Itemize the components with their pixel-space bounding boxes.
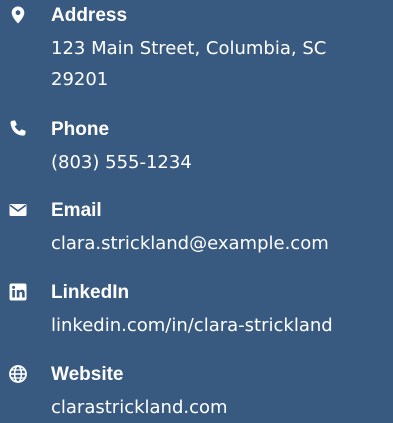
envelope-icon [8,200,28,220]
website-value[interactable]: clarastrickland.com [51,397,228,418]
email-value[interactable]: clara.strickland@example.com [51,233,329,254]
contact-item-website: Website clarastrickland.com [0,359,393,418]
phone-label: Phone [51,119,110,140]
address-label: Address [51,5,128,26]
contact-item-address: Address 123 Main Street, Columbia, SC 29… [0,0,393,100]
globe-icon [8,364,28,384]
linkedin-value[interactable]: linkedin.com/in/clara-strickland [51,315,333,336]
phone-icon [8,119,28,139]
website-label: Website [51,364,124,385]
linkedin-link[interactable]: linkedin.com/in/clara-strickland [51,310,389,341]
phone-link[interactable]: (803) 555-1234 [51,147,389,178]
phone-value[interactable]: (803) 555-1234 [51,152,192,173]
contact-item-linkedin: LinkedIn linkedin.com/in/clara-stricklan… [0,277,393,347]
linkedin-label: LinkedIn [51,282,130,303]
map-marker-icon [8,5,28,25]
contact-item-phone: Phone (803) 555-1234 [0,114,393,184]
address-value: 123 Main Street, Columbia, SC 29201 [51,38,327,90]
website-link[interactable]: clarastrickland.com [51,392,389,423]
email-link[interactable]: clara.strickland@example.com [51,228,389,259]
contact-list: Address 123 Main Street, Columbia, SC 29… [0,0,393,418]
linkedin-icon [8,282,28,302]
contact-item-email: Email clara.strickland@example.com [0,195,393,265]
email-label: Email [51,200,102,221]
